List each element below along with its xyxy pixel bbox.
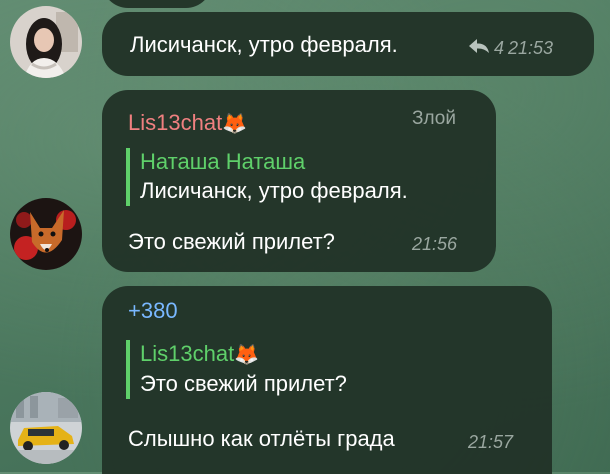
message-1-text: Лисичанск, утро февраля. [130, 32, 398, 57]
sender-name-text: Lis13chat [128, 110, 223, 135]
message-bubble-1[interactable]: Лисичанск, утро февраля. 4 21:53 [102, 12, 594, 76]
avatar-natasha-image [10, 6, 82, 78]
message-3-time: 21:57 [468, 432, 514, 452]
sender-phone[interactable]: +380 [128, 298, 178, 324]
reply-quote[interactable]: Lis13chat🦊 Это свежий прилет? [126, 340, 347, 399]
reply-quote[interactable]: Наташа Наташа Лисичанск, утро февраля. [126, 148, 408, 206]
message-1-time: 21:53 [508, 38, 554, 58]
fox-emoji-icon: 🦊 [222, 113, 248, 135]
chat-area: Лисичанск, утро февраля. 4 21:53 Lis13ch… [0, 0, 610, 474]
message-1-meta: 4 21:53 [468, 38, 553, 59]
message-2-text: Это свежий прилет? [128, 229, 335, 254]
avatar-lis13chat[interactable] [10, 198, 82, 270]
reply-quote-author: Наташа Наташа [140, 149, 306, 174]
reply-quote-author-text: Lis13chat [140, 341, 235, 366]
avatar-natasha[interactable] [10, 6, 82, 78]
message-bubble-3[interactable]: +380 Lis13chat🦊 Это свежий прилет? Слышн… [102, 286, 552, 474]
avatar-car-image [10, 392, 82, 464]
message-2-time: 21:56 [412, 234, 458, 254]
avatar-380[interactable] [10, 392, 82, 464]
reply-quote-author: Lis13chat🦊 [140, 340, 347, 369]
message-3-text: Слышно как отлёты града [128, 426, 395, 451]
sender-name[interactable]: Lis13chat🦊 [128, 110, 247, 136]
previous-message-bubble[interactable] [102, 0, 212, 8]
avatar-fox-image [10, 198, 82, 270]
reply-quote-text: Лисичанск, утро февраля. [140, 178, 408, 203]
reply-quote-text: Это свежий прилет? [140, 371, 347, 396]
fox-emoji-icon: 🦊 [234, 344, 260, 366]
reply-arrow-icon[interactable] [468, 38, 490, 59]
message-bubble-2[interactable]: Lis13chat🦊 Злой Наташа Наташа Лисичанск,… [102, 90, 496, 272]
admin-role-label: Злой [412, 108, 456, 129]
reply-count[interactable]: 4 [494, 38, 504, 59]
